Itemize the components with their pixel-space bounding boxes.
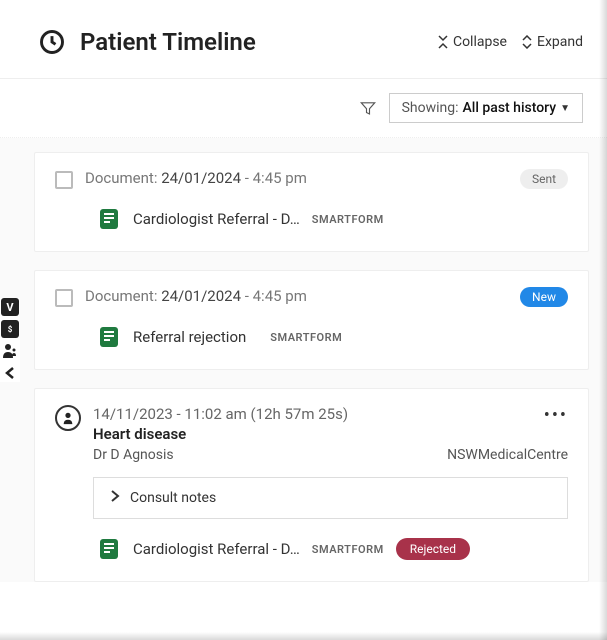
filter-row: Showing: All past history ▼ [0, 79, 607, 138]
encounter-datetime: 14/11/2023 - 11:02 am (12h 57m 25s) [93, 405, 532, 423]
filter-icon[interactable] [359, 99, 377, 117]
smartform-tag: SMARTFORM [270, 331, 342, 344]
consult-notes-toggle[interactable]: Consult notes [93, 477, 568, 519]
showing-label: Showing: [402, 100, 459, 116]
showing-dropdown[interactable]: Showing: All past history ▼ [389, 93, 583, 123]
document-title: Cardiologist Referral - D… [133, 540, 300, 558]
clock-icon [38, 28, 66, 56]
chevron-right-icon [110, 490, 120, 506]
page-title: Patient Timeline [80, 28, 437, 56]
collapse-label: Collapse [453, 34, 507, 50]
expand-icon [521, 35, 533, 49]
document-icon [97, 325, 121, 349]
expand-button[interactable]: Expand [521, 34, 583, 50]
document-icon [97, 207, 121, 231]
side-toolbar: V $ [0, 298, 20, 382]
select-checkbox[interactable] [55, 171, 73, 189]
encounter-location: NSWMedicalCentre [447, 447, 568, 463]
collapse-button[interactable]: Collapse [437, 34, 507, 50]
page-header: Patient Timeline Collapse Expand [0, 0, 607, 79]
side-icon-person[interactable] [1, 342, 19, 360]
side-icon-v[interactable]: V [1, 298, 19, 316]
document-icon [97, 537, 121, 561]
status-badge-rejected: Rejected [396, 538, 470, 560]
smartform-tag: SMARTFORM [312, 213, 384, 226]
encounter-heading: Heart disease [93, 425, 532, 443]
status-badge-new: New [520, 287, 568, 307]
document-row[interactable]: Cardiologist Referral - D… SMARTFORM [97, 207, 568, 231]
smartform-tag: SMARTFORM [312, 543, 384, 556]
collapse-icon [437, 35, 449, 49]
doc-meta: Document: 24/01/2024 - 4:45 pm [85, 287, 508, 305]
document-title: Cardiologist Referral - D… [133, 210, 300, 228]
header-actions: Collapse Expand [437, 34, 583, 50]
timeline-card-document: Document: 24/01/2024 - 4:45 pm New Refer… [34, 270, 589, 370]
svg-text:$: $ [8, 325, 13, 334]
showing-value: All past history [463, 100, 557, 116]
side-icon-chevron-left[interactable] [1, 364, 19, 382]
bottom-edge-shadow [0, 632, 607, 640]
more-actions-button[interactable]: ••• [544, 405, 568, 426]
encounter-person-icon [55, 405, 81, 431]
caret-down-icon: ▼ [560, 103, 570, 114]
status-badge-sent: Sent [520, 169, 568, 189]
side-icon-dollar[interactable]: $ [1, 320, 19, 338]
encounter-provider: Dr D Agnosis [93, 447, 174, 463]
document-row[interactable]: Cardiologist Referral - D… SMARTFORM Rej… [97, 537, 568, 561]
timeline-list: Document: 24/01/2024 - 4:45 pm Sent Card… [0, 138, 607, 582]
document-row[interactable]: Referral rejection SMARTFORM [97, 325, 568, 349]
document-title: Referral rejection [133, 328, 246, 346]
timeline-card-encounter: 14/11/2023 - 11:02 am (12h 57m 25s) Hear… [34, 388, 589, 582]
expand-label: Expand [537, 34, 583, 50]
timeline-card-document: Document: 24/01/2024 - 4:45 pm Sent Card… [34, 152, 589, 252]
select-checkbox[interactable] [55, 289, 73, 307]
consult-notes-label: Consult notes [130, 490, 216, 506]
doc-meta: Document: 24/01/2024 - 4:45 pm [85, 169, 508, 187]
